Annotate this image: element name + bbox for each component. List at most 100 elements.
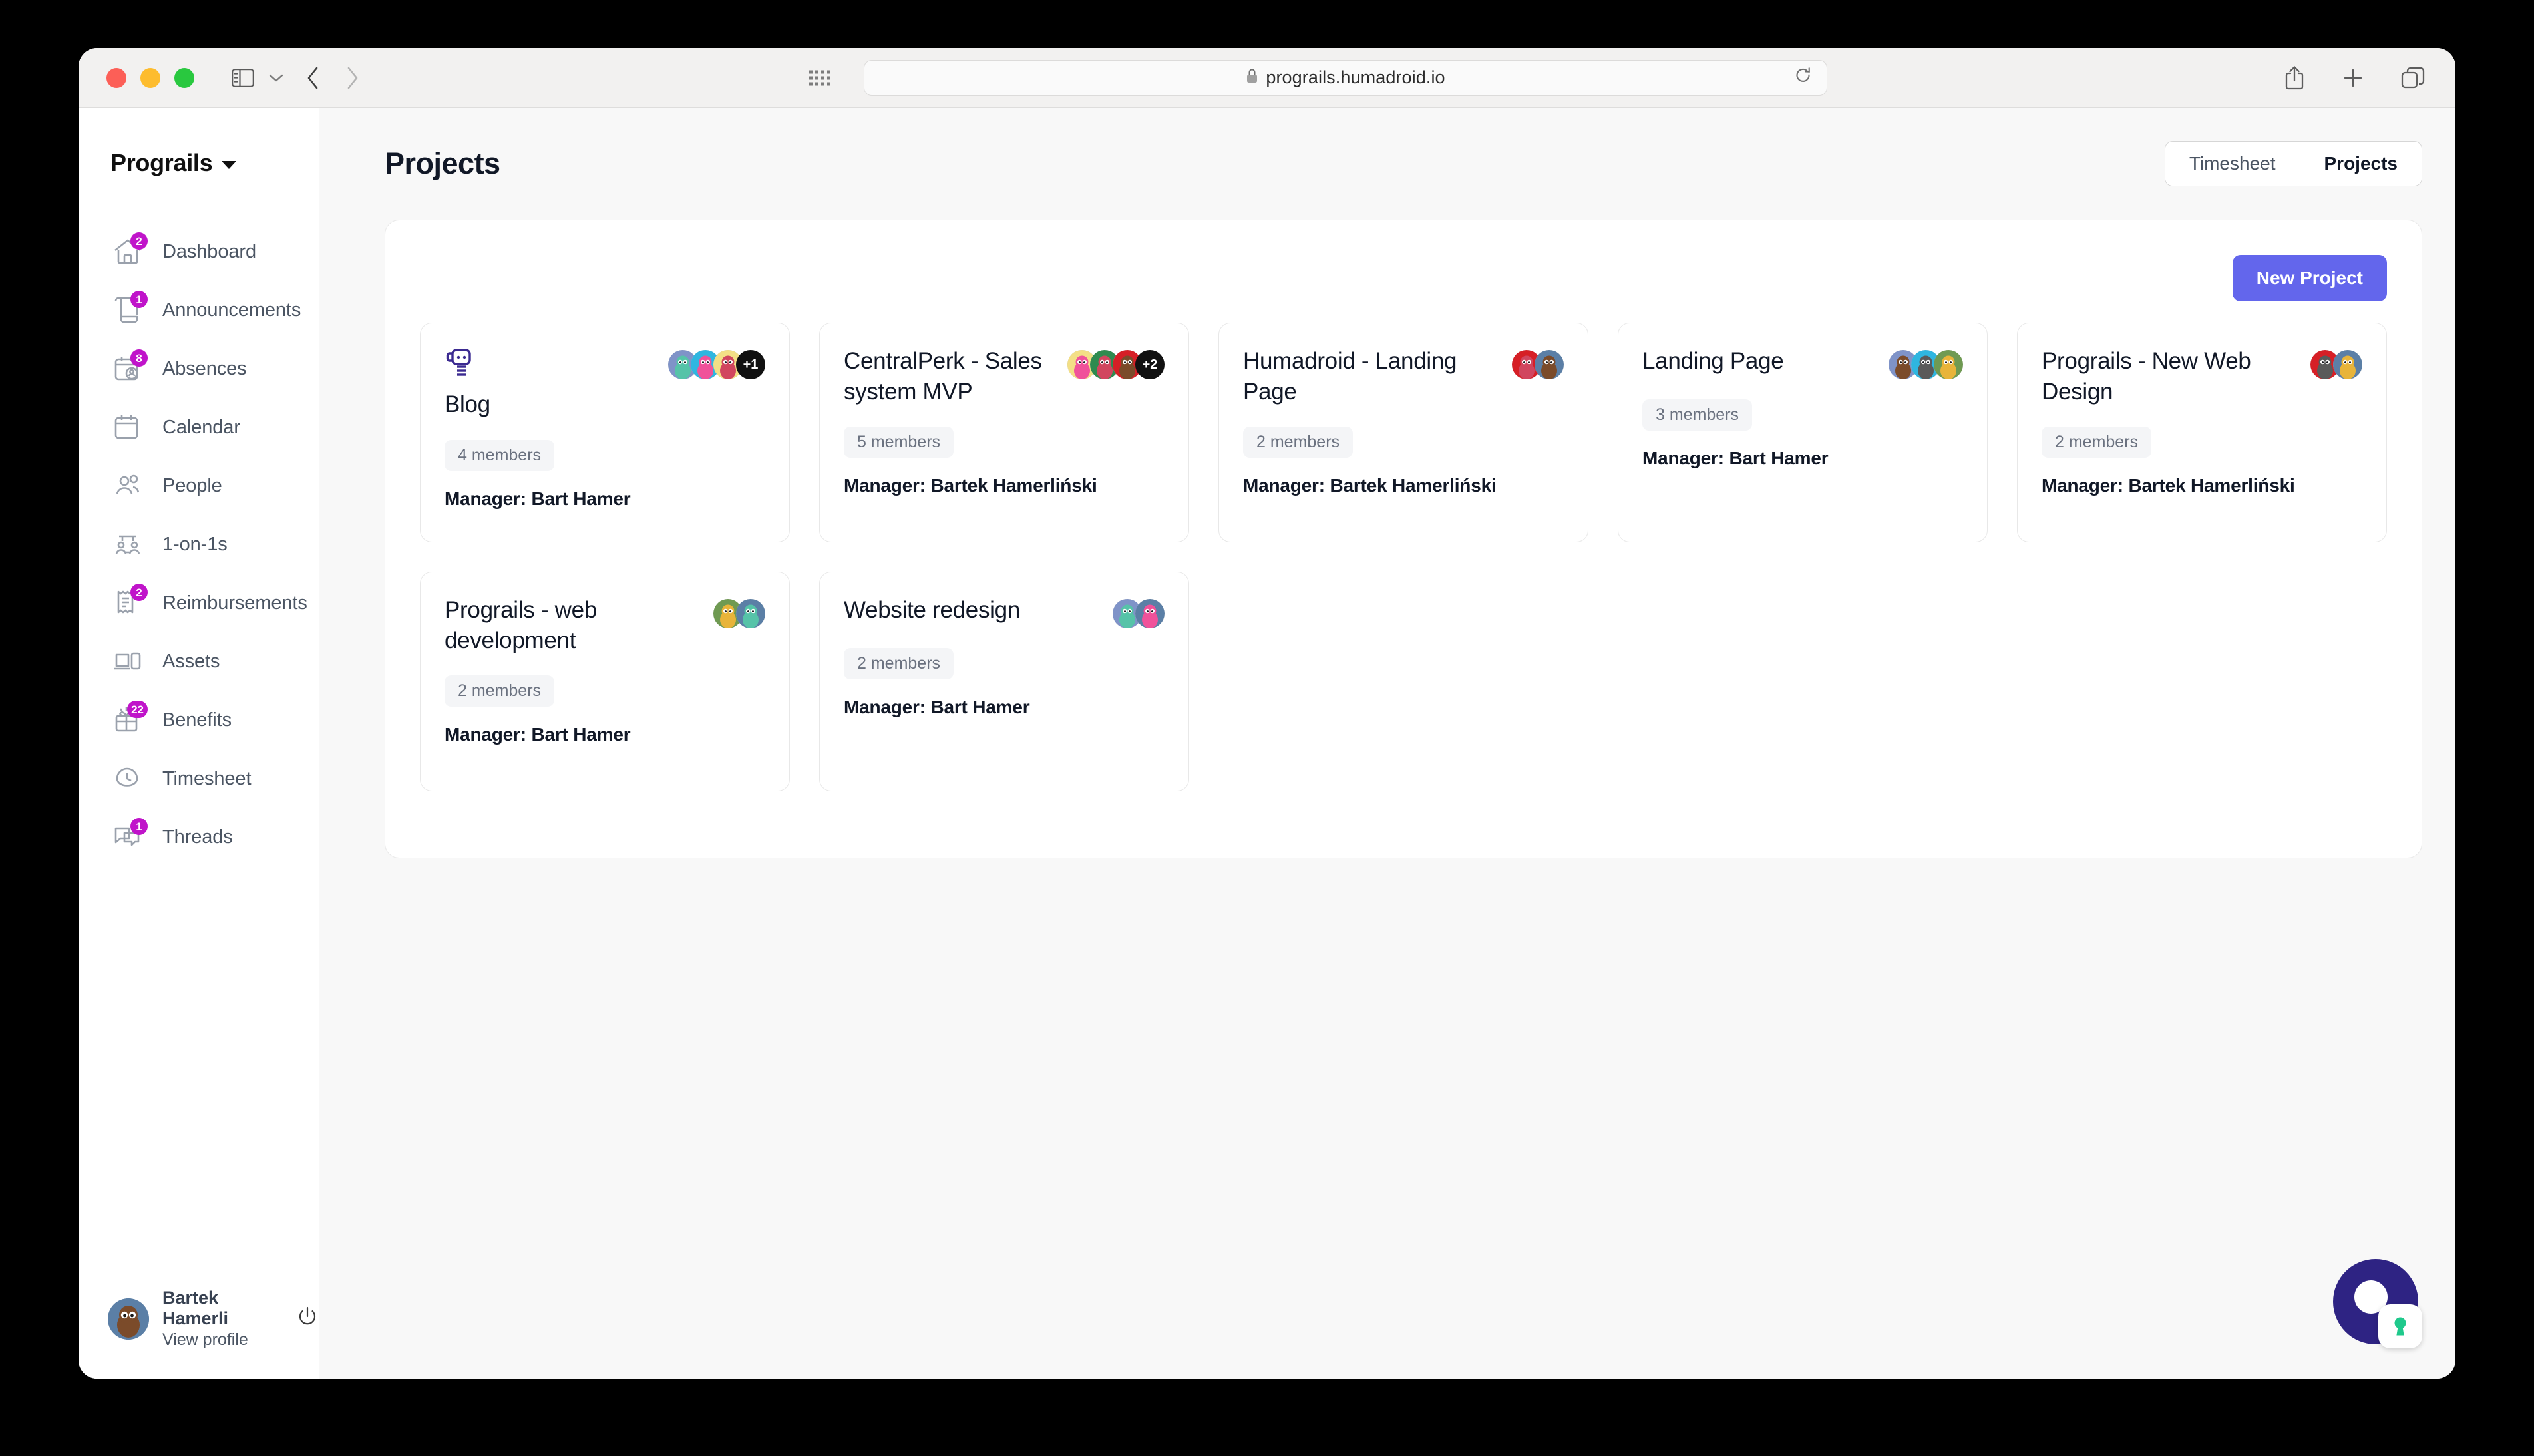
project-card[interactable]: Prograils - New Web Design 2 members Manag… bbox=[2017, 323, 2387, 542]
avatar-overflow-count: +2 bbox=[1135, 350, 1165, 379]
tab-projects[interactable]: Projects bbox=[2299, 142, 2422, 186]
keyhole-badge bbox=[2378, 1304, 2422, 1348]
lock-icon bbox=[1246, 68, 1258, 87]
people-icon bbox=[110, 468, 145, 503]
power-icon[interactable] bbox=[296, 1306, 319, 1332]
sidebar-item-assets[interactable]: Assets bbox=[79, 632, 319, 691]
workspace-switcher[interactable]: Prograils bbox=[110, 149, 319, 177]
maximize-window-button[interactable] bbox=[174, 67, 194, 88]
member-avatar bbox=[1934, 350, 1963, 379]
receipt-icon: 2 bbox=[110, 584, 148, 620]
reload-icon[interactable] bbox=[1795, 67, 1812, 89]
sidebar-item-label: Absences bbox=[162, 357, 247, 379]
minimize-window-button[interactable] bbox=[140, 67, 160, 88]
sidebar-item-label: Assets bbox=[162, 650, 220, 672]
tab-timesheet[interactable]: Timesheet bbox=[2165, 142, 2300, 186]
robot-icon bbox=[445, 346, 657, 384]
sidebar-item-label: Announcements bbox=[162, 299, 301, 321]
address-bar-content: prograils.humadroid.io bbox=[1246, 67, 1445, 88]
project-card[interactable]: CentralPerk - Sales system MVP +2 5 member… bbox=[819, 323, 1189, 542]
browser-window: prograils.humadroid.io Prograils 2 Dashb… bbox=[79, 48, 2455, 1379]
clock-icon bbox=[110, 761, 145, 796]
page-header: Projects Timesheet Projects bbox=[319, 108, 2455, 220]
sidebar-item-benefits[interactable]: 22 Benefits bbox=[79, 691, 319, 749]
project-card[interactable]: Blog +1 4 members Manager: Bart Hamer bbox=[420, 323, 790, 542]
address-bar[interactable]: prograils.humadroid.io bbox=[864, 59, 1827, 96]
sidebar-toggle-icon[interactable] bbox=[232, 68, 254, 87]
new-project-button[interactable]: New Project bbox=[2232, 255, 2387, 301]
project-card[interactable]: Landing Page 3 members Manager: Bart Hamer bbox=[1618, 323, 1988, 542]
sidebar-item-label: 1-on-1s bbox=[162, 533, 228, 555]
sidebar-item-absences[interactable]: 8 Absences bbox=[79, 339, 319, 398]
avatar-overflow-count: +1 bbox=[736, 350, 765, 379]
forward-button[interactable] bbox=[346, 67, 359, 89]
project-title-wrap: Humadroid - Landing Page bbox=[1243, 346, 1501, 407]
project-card-header: Prograils - New Web Design bbox=[2042, 346, 2362, 407]
view-toggle: Timesheet Projects bbox=[2164, 141, 2422, 186]
sidebar-item-reimbursements[interactable]: 2 Reimbursements bbox=[79, 574, 319, 632]
sidebar-item-label: Reimbursements bbox=[162, 592, 307, 614]
members-count-badge: 2 members bbox=[2042, 427, 2152, 458]
back-button[interactable] bbox=[306, 67, 319, 89]
project-title: Blog bbox=[445, 391, 490, 417]
project-card-header: Landing Page bbox=[1642, 346, 1963, 379]
sidebar-item-timesheet[interactable]: Timesheet bbox=[79, 749, 319, 808]
sidebar-item-calendar[interactable]: Calendar bbox=[79, 398, 319, 456]
notification-badge: 1 bbox=[130, 818, 148, 835]
one-on-one-icon bbox=[110, 527, 145, 562]
chat-launcher-button[interactable] bbox=[2333, 1259, 2422, 1348]
project-card[interactable]: Humadroid - Landing Page 2 members Manager… bbox=[1218, 323, 1588, 542]
devices-icon bbox=[110, 644, 145, 679]
project-manager: Manager: Bart Hamer bbox=[445, 724, 631, 745]
close-window-button[interactable] bbox=[106, 67, 126, 88]
project-card[interactable]: Website redesign 2 members Manager: Bart H… bbox=[819, 572, 1189, 791]
user-text: Bartek Hamerli View profile bbox=[162, 1288, 276, 1350]
project-manager: Manager: Bart Hamer bbox=[445, 488, 631, 509]
project-card-header: Humadroid - Landing Page bbox=[1243, 346, 1564, 407]
gift-icon: 22 bbox=[110, 701, 148, 737]
new-tab-icon[interactable] bbox=[2342, 67, 2364, 89]
sidebar-item-dashboard[interactable]: 2 Dashboard bbox=[79, 222, 319, 281]
member-avatar bbox=[736, 599, 765, 628]
project-card-header: Prograils - web development bbox=[445, 595, 765, 655]
members-count-badge: 5 members bbox=[844, 427, 954, 458]
sidebar-nav: 2 Dashboard 1 Announcements 8 Absences Calenda… bbox=[79, 222, 319, 866]
member-avatar-stack: +2 bbox=[1067, 350, 1165, 379]
project-title-wrap: Landing Page bbox=[1642, 346, 1878, 377]
member-avatar-stack bbox=[1512, 350, 1564, 379]
project-title: Prograils - web development bbox=[445, 597, 597, 653]
members-count-badge: 2 members bbox=[445, 675, 555, 707]
project-title: Landing Page bbox=[1642, 348, 1784, 374]
url-text: prograils.humadroid.io bbox=[1266, 67, 1445, 87]
notification-badge: 1 bbox=[130, 291, 148, 308]
sidebar-item-people[interactable]: People bbox=[79, 456, 319, 515]
project-manager: Manager: Bartek Hamerliński bbox=[2042, 475, 2295, 496]
sidebar-item-label: People bbox=[162, 474, 222, 496]
sidebar-item-label: Calendar bbox=[162, 416, 240, 438]
sidebar-item-1-on-1s[interactable]: 1-on-1s bbox=[79, 515, 319, 574]
user-profile-block[interactable]: Bartek Hamerli View profile bbox=[79, 1288, 319, 1350]
keyhole-icon bbox=[2394, 1317, 2406, 1336]
sidebar: Prograils 2 Dashboard 1 Announcements 8 Absen… bbox=[79, 108, 319, 1379]
main-content: Projects Timesheet Projects New Project … bbox=[319, 108, 2455, 1379]
project-card-header: Website redesign bbox=[844, 595, 1165, 628]
project-manager: Manager: Bart Hamer bbox=[1642, 448, 1829, 468]
scroll-icon: 1 bbox=[110, 291, 148, 327]
project-manager: Manager: Bartek Hamerliński bbox=[844, 475, 1097, 496]
sidebar-item-announcements[interactable]: 1 Announcements bbox=[79, 281, 319, 339]
browser-toolbar: prograils.humadroid.io bbox=[79, 48, 2455, 108]
project-manager: Manager: Bart Hamer bbox=[844, 697, 1030, 717]
project-title-wrap: Prograils - web development bbox=[445, 595, 703, 655]
share-icon[interactable] bbox=[2284, 65, 2305, 91]
home-icon: 2 bbox=[110, 232, 148, 269]
chevron-down-icon[interactable] bbox=[269, 73, 283, 83]
notification-badge: 8 bbox=[130, 349, 148, 367]
member-avatar-stack: +1 bbox=[668, 350, 765, 379]
sidebar-item-threads[interactable]: 1 Threads bbox=[79, 808, 319, 866]
app-grid-icon[interactable] bbox=[809, 70, 830, 85]
members-count-badge: 3 members bbox=[1642, 399, 1753, 431]
notification-badge: 22 bbox=[127, 701, 148, 718]
view-profile-link[interactable]: View profile bbox=[162, 1330, 276, 1350]
tab-overview-icon[interactable] bbox=[2401, 67, 2425, 89]
project-card[interactable]: Prograils - web development 2 members Mana… bbox=[420, 572, 790, 791]
